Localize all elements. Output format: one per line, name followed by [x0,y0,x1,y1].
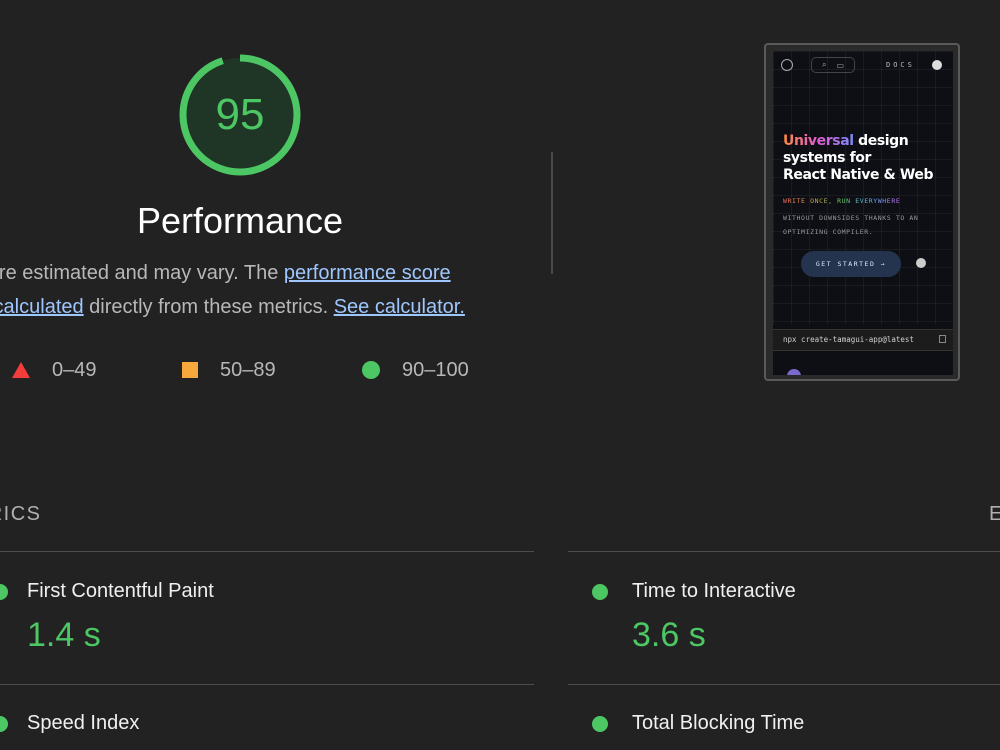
pass-status-icon [592,584,608,600]
metric-value-tti: 3.6 s [632,616,706,654]
metrics-divider [568,551,1000,552]
red-triangle-icon [12,362,30,378]
description-line-1: ues are estimated and may vary. The perf… [0,262,451,285]
legend-range: 50–89 [220,358,276,381]
metric-value-fcp: 1.4 s [27,616,101,654]
expand-view-label[interactable]: E [989,503,1000,526]
github-icon [932,60,942,70]
install-command: npx create-tamagui-app@latest [783,335,914,344]
headline-accent: Universal [783,133,854,149]
legend-item-pass: 90–100 [362,356,469,384]
nav-docs: DOCS [886,61,915,69]
legend-range: 0–49 [52,358,97,381]
metric-title-speed-index: Speed Index [27,712,140,734]
description-text: directly from these metrics. [83,296,334,318]
description-text: ues are estimated and may vary. The [0,262,279,284]
description-line-2: s calculated directly from these metrics… [0,296,465,319]
headline-part: React Native & Web [783,167,934,183]
legend-range: 90–100 [402,358,469,381]
site-headline: Universal design systems for React Nativ… [783,133,948,184]
tagline-rainbow: WRITE ONCE, RUN EVERYWHERE [783,197,901,205]
orange-square-icon [182,362,198,378]
pass-status-icon [0,584,8,600]
nav-pill: ⌕ ▭ [811,57,855,73]
copy-icon [939,335,946,343]
monitor-icon: ▭ [836,60,845,70]
green-circle-icon [362,361,380,379]
metric-title-tti: Time to Interactive [632,580,796,602]
see-calculator-link[interactable]: See calculator. [334,296,465,318]
metrics-divider [568,684,1000,685]
legend-item-average: 50–89 [182,356,276,384]
pass-status-icon [0,716,8,732]
metric-title-tbt: Total Blocking Time [632,712,805,734]
metrics-section-label: TRICS [0,503,42,525]
headline-part: design [853,133,909,149]
metric-title-fcp: First Contentful Paint [27,580,214,602]
vertical-divider [551,152,553,274]
performance-score-link[interactable]: performance score [284,262,451,284]
avatar-icon [787,369,801,375]
search-icon: ⌕ [821,60,827,69]
grid-background [773,51,953,325]
legend-item-fail: 0–49 [12,356,97,384]
calculated-link[interactable]: s calculated [0,296,84,318]
github-icon [916,258,926,268]
performance-score: 95 [215,90,265,139]
tagline-secondary: WITHOUT DOWNSIDES THANKS TO AN OPTIMIZIN… [783,214,919,236]
metrics-divider [0,684,534,685]
metrics-divider [0,551,534,552]
headline-part: systems for [783,150,871,166]
pass-status-icon [592,716,608,732]
site-logo-icon [781,59,793,71]
screenshot-viewport: ⌕ ▭ DOCS Universal design systems for Re… [773,51,953,375]
get-started-button: GET STARTED → [801,251,901,277]
final-screenshot-thumbnail[interactable]: ⌕ ▭ DOCS Universal design systems for Re… [764,43,960,381]
category-title: Performance [136,200,344,241]
